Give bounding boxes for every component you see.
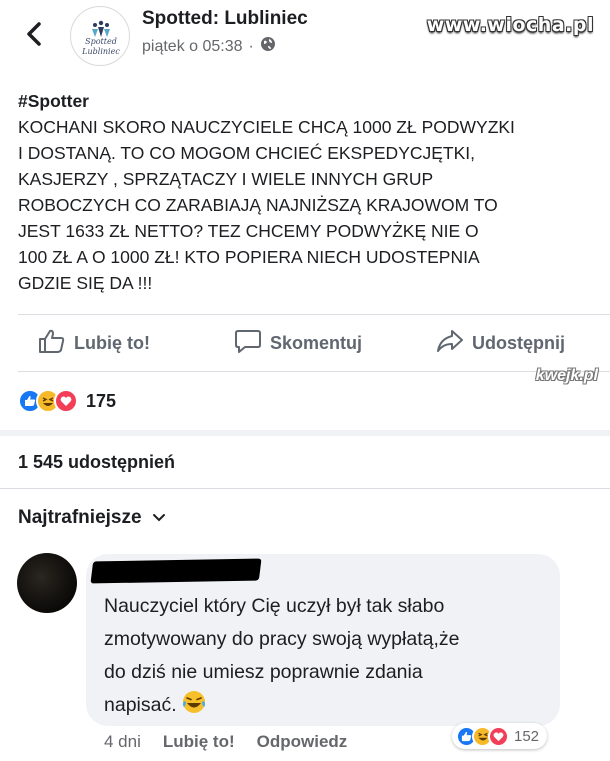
reactions-summary[interactable]: 175 [18,389,116,413]
divider [18,371,610,372]
tears-of-joy-icon [181,689,207,715]
divider [18,314,610,315]
comment-label: Skomentuj [270,333,363,353]
comment-reply-button[interactable]: Odpowiedz [257,732,348,752]
logo-text-line1: Spotted [85,37,117,46]
share-label: Udostępnij [472,333,565,353]
share-button[interactable]: Udostępnij [436,328,565,359]
back-icon[interactable] [22,18,46,50]
chevron-down-icon [152,507,166,529]
thumbs-up-icon [38,328,66,359]
commenter-avatar[interactable] [17,553,77,613]
comment-like-button[interactable]: Lubię to! [163,732,235,752]
comment-meta: 4 dni Lubię to! Odpowiedz [104,732,347,752]
post-meta: piątek o 05:38 · [142,36,276,57]
comment-sort-dropdown[interactable]: Najtrafniejsze [18,507,166,529]
comment-reactions[interactable]: 152 [452,723,548,749]
section-separator [0,430,610,436]
comment-text-block: Nauczyciel który Cię uczył był tak słabo… [104,590,554,722]
page-avatar[interactable]: Spotted Lubliniec [70,6,130,66]
wiocha-watermark: www.wiocha.pl [426,14,594,36]
comment-button[interactable]: Skomentuj [234,328,362,359]
share-count[interactable]: 1 545 udostępnień [18,452,175,473]
meta-separator: · [248,37,254,55]
logo-text-line2: Lubliniec [82,47,120,56]
comment-text: Nauczyciel który Cię uczył był tak słabo… [104,595,460,716]
kwejk-watermark: kwejk.pl [535,367,598,384]
comment-age[interactable]: 4 dni [104,732,141,752]
post-hashtag[interactable]: #Spotter [18,88,598,114]
post-header: Spotted Lubliniec Spotted: Lubliniec pią… [0,0,610,80]
post-content: #Spotter KOCHANI SKORO NAUCZYCIELE CHCĄ … [18,88,598,296]
like-label: Lubię to! [74,333,150,353]
speech-bubble-icon [234,328,262,359]
divider [0,488,610,489]
like-button[interactable]: Lubię to! [38,328,150,359]
post-text: KOCHANI SKORO NAUCZYCIELE CHCĄ 1000 ZŁ P… [18,117,515,293]
page-name[interactable]: Spotted: Lubliniec [142,8,308,30]
love-icon [54,389,78,413]
redacted-commenter-name [90,558,262,584]
post-timestamp[interactable]: piątek o 05:38 [142,38,243,56]
post-actions: Lubię to! Skomentuj Udostępnij [0,318,610,370]
share-arrow-icon [436,328,464,359]
love-icon [488,725,509,747]
sort-label: Najtrafniejsze [18,507,142,528]
globe-icon [260,36,276,57]
reaction-count: 175 [86,390,117,411]
comment-reaction-count: 152 [514,727,540,745]
